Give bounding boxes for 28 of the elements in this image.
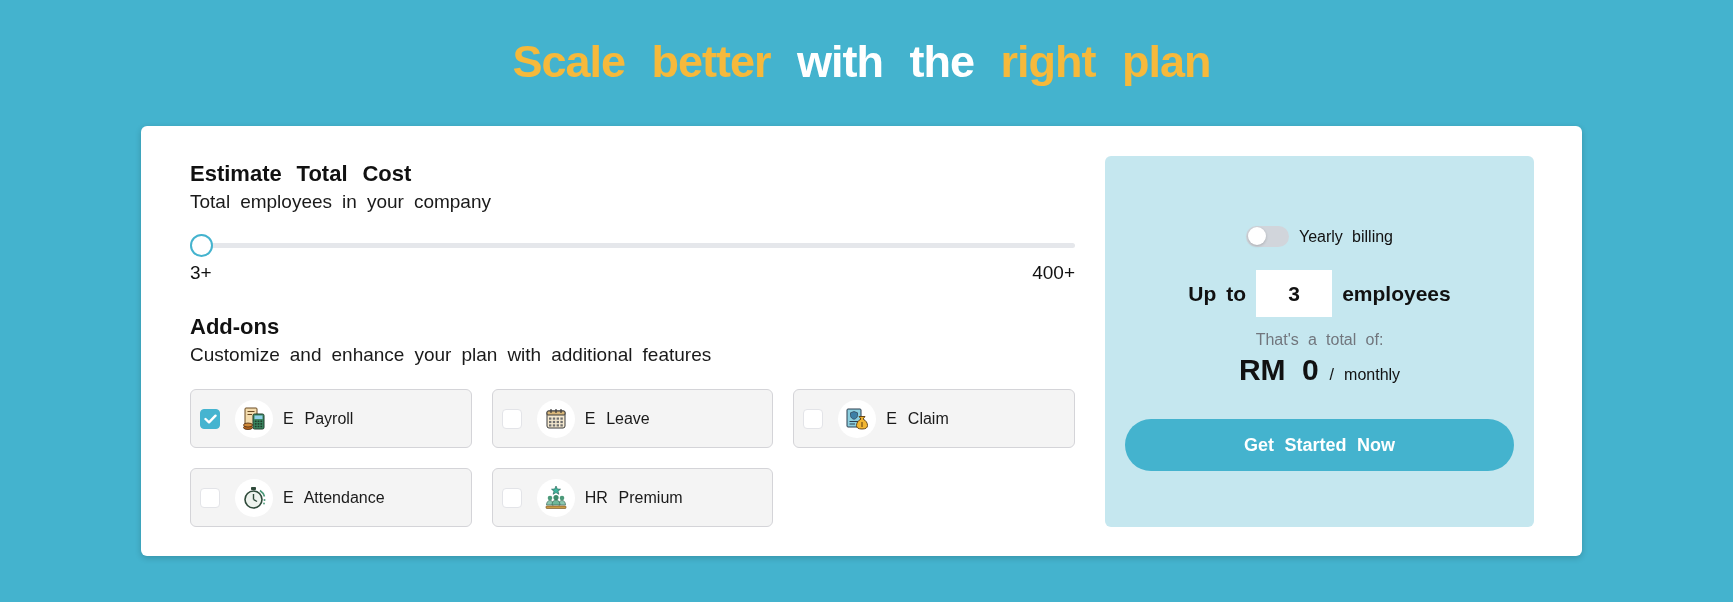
seats-prefix: Up to xyxy=(1188,281,1247,306)
addon-label: E Claim xyxy=(886,409,949,428)
section-subheading: Customize and enhance your plan with additional features xyxy=(190,343,713,366)
slider-max-label: 400+ xyxy=(1032,261,1075,284)
addon-label: E Leave xyxy=(584,409,650,428)
total-caption: That's a total of: xyxy=(1255,330,1384,349)
addon-label: HR Premium xyxy=(584,488,683,507)
checkbox[interactable] xyxy=(200,408,220,429)
document-money-bag-icon xyxy=(838,399,877,438)
section-heading: Estimate Total Cost xyxy=(190,161,413,187)
seats-suffix: employees xyxy=(1342,281,1451,306)
slider-thumb[interactable] xyxy=(190,234,213,257)
calendar-icon xyxy=(536,399,575,438)
employee-count-field[interactable]: 3 xyxy=(1256,270,1333,317)
checkmark-icon xyxy=(203,413,217,424)
billing-label: Yearly billing xyxy=(1298,226,1393,246)
price-amount: RM 0 xyxy=(1238,353,1319,387)
stopwatch-icon xyxy=(235,478,273,517)
section-heading: Add-ons xyxy=(190,314,281,340)
calculator-document-icon xyxy=(235,399,273,438)
price-period: / monthly xyxy=(1329,365,1401,384)
toggle-switch[interactable] xyxy=(1245,225,1289,247)
section-subheading: Total employees in your company xyxy=(190,190,492,213)
addon-label: E Payroll xyxy=(283,409,354,428)
slider-track[interactable] xyxy=(190,234,1075,257)
addon-label: E Attendance xyxy=(283,488,385,507)
page-title: Scale better with the right plan xyxy=(511,35,1212,89)
slider-min-label: 3+ xyxy=(190,261,212,284)
